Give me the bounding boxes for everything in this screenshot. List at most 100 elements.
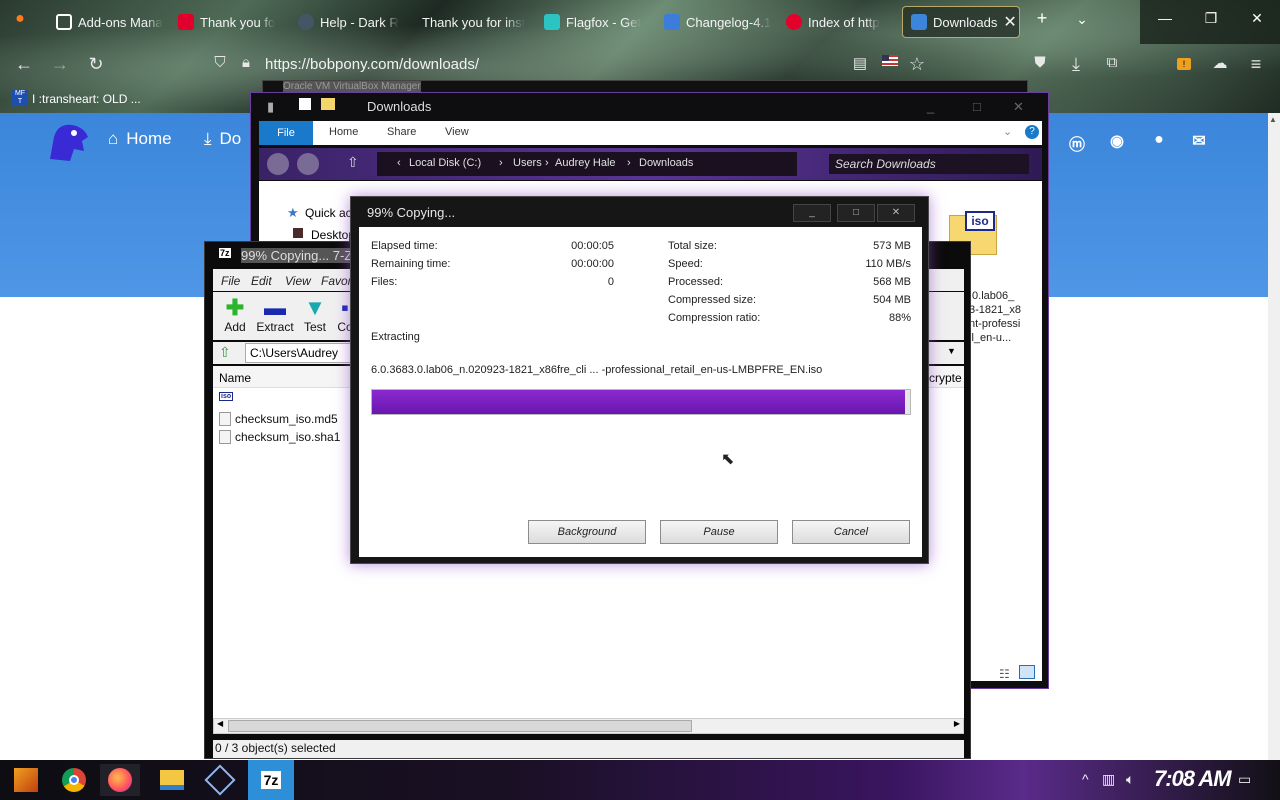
nav-quick-access[interactable]: Quick ac [305, 206, 352, 220]
pocket-icon[interactable]: ⛊ [1028, 54, 1052, 71]
menu-view[interactable]: View [285, 274, 311, 288]
github-icon[interactable]: ● [1148, 131, 1170, 149]
hamburger-menu-icon[interactable]: ≡ [1244, 54, 1268, 75]
list-item[interactable]: iso [219, 392, 234, 401]
ribbon-tab-file[interactable]: File [259, 121, 313, 145]
restore-icon[interactable]: ❐ [1196, 10, 1226, 27]
notifications-icon[interactable]: ▭ [1238, 771, 1251, 788]
image-icon [664, 14, 680, 30]
tab-darkreader[interactable]: Help - Dark R [290, 6, 408, 38]
minimize-icon[interactable]: — [1150, 10, 1180, 26]
reload-icon[interactable]: ↻ [84, 54, 108, 75]
breadcrumb-users[interactable]: Users [513, 157, 542, 169]
ribbon-tab-home[interactable]: Home [329, 126, 358, 138]
scroll-left-icon[interactable]: ◀ [217, 719, 223, 728]
7zip-taskbar-icon[interactable]: 7z [248, 760, 294, 800]
menu-edit[interactable]: Edit [251, 274, 272, 288]
tab-flagfox[interactable]: Flagfox - Get [536, 6, 652, 38]
scroll-up-icon[interactable]: ▲ [1269, 115, 1277, 124]
explorer-search-input[interactable]: Search Downloads [829, 154, 1029, 174]
breadcrumb-user[interactable]: Audrey Hale [555, 157, 616, 169]
dialog-maximize-icon[interactable]: □ [837, 204, 875, 222]
ribbon-expand-icon[interactable]: ⌄ [1003, 125, 1012, 138]
up-icon[interactable]: ⇧ [347, 154, 359, 171]
iso-file-label[interactable]: .0.lab06_ 3-1821_x8 nt-professi il_en-u.… [969, 289, 1029, 345]
dialog-minimize-icon[interactable]: _ [793, 204, 831, 222]
add-button[interactable]: ✚ Add [215, 295, 255, 334]
forward-icon[interactable]: → [48, 54, 72, 75]
ribbon-tab-view[interactable]: View [445, 126, 469, 138]
firefox-taskbar-icon[interactable] [100, 764, 140, 796]
tab-downloads[interactable]: Downloads ✕ [902, 6, 1020, 38]
close-tab-icon[interactable]: ✕ [1003, 12, 1016, 32]
menu-favorites[interactable]: Favor [321, 274, 352, 288]
mastodon-icon[interactable]: ⓜ [1066, 131, 1088, 155]
page-scrollbar[interactable]: ▲ ▼ [1268, 113, 1280, 773]
list-item[interactable]: checksum_iso.sha1 [219, 430, 340, 444]
nav-desktop[interactable]: Desktop [311, 228, 355, 242]
system-clock[interactable]: 7:08 AM [1154, 766, 1232, 792]
tab-index-of[interactable]: Index of http [778, 6, 896, 38]
breadcrumb-disk[interactable]: Local Disk (C:) [409, 157, 481, 169]
nav-home[interactable]: ⌂ Home [108, 129, 172, 149]
column-name[interactable]: Name [219, 371, 251, 385]
new-tab-button[interactable]: + [1028, 8, 1056, 29]
discord-icon[interactable]: ◉ [1106, 131, 1128, 151]
show-hidden-icons[interactable]: ^ [1082, 771, 1089, 787]
pause-button[interactable]: Pause [660, 520, 778, 544]
file-explorer-taskbar-icon[interactable] [152, 764, 192, 796]
scroll-right-icon[interactable]: ▶ [954, 719, 960, 728]
list-item[interactable]: checksum_iso.md5 [219, 412, 338, 426]
network-icon[interactable]: ▥ [1102, 771, 1115, 788]
reader-view-icon[interactable]: ▤ [848, 54, 872, 72]
back-icon[interactable] [267, 153, 289, 175]
menu-file[interactable]: File [221, 274, 240, 288]
breadcrumb-downloads[interactable]: Downloads [639, 157, 693, 169]
column-encrypted[interactable]: crypte [929, 371, 962, 385]
forward-icon[interactable] [297, 153, 319, 175]
tab-thankyou-install[interactable]: Thank you for inst [414, 6, 532, 38]
tab-label: Thank you fo [200, 14, 276, 30]
large-icons-view-icon[interactable] [1019, 665, 1035, 679]
mft-taskbar-icon[interactable] [6, 764, 46, 796]
chrome-taskbar-icon[interactable] [54, 764, 94, 796]
dialog-close-icon[interactable]: ✕ [877, 204, 915, 222]
downloads-icon[interactable]: ⤓ [1064, 54, 1088, 75]
flag-us-icon[interactable] [878, 54, 902, 69]
url-field[interactable]: https://bobpony.com/downloads/ [265, 56, 479, 73]
up-folder-icon[interactable]: ⇧ [219, 344, 231, 361]
tab-label: Help - Dark R [320, 14, 399, 30]
virtualbox-taskbar-icon[interactable] [200, 764, 240, 796]
list-all-tabs-icon[interactable]: ⌄ [1068, 11, 1096, 28]
horizontal-scrollbar[interactable]: ◀ ▶ [213, 718, 964, 734]
firefox-menu-icon[interactable]: ● [6, 10, 34, 28]
close-icon[interactable]: ✕ [1242, 10, 1272, 27]
bookmark-star-icon[interactable]: ☆ [905, 54, 929, 75]
bookmark-item[interactable]: I :transheart: OLD ... [32, 92, 141, 106]
remaining-value: 00:00:00 [571, 258, 614, 270]
addon-alert-icon[interactable]: ! [1172, 54, 1196, 71]
help-icon[interactable]: ? [1025, 125, 1039, 139]
copy-progress-dialog[interactable]: 99% Copying... _ □ ✕ Elapsed time: 00:00… [350, 196, 929, 564]
details-view-icon[interactable]: ☷ [999, 667, 1010, 681]
shield-tracking-icon[interactable]: ⛉ [208, 54, 232, 71]
test-button[interactable]: ▼ Test [295, 295, 335, 334]
tab-thankyou[interactable]: Thank you fo [170, 6, 282, 38]
path-dropdown-icon[interactable]: ▼ [947, 346, 956, 356]
back-icon[interactable]: ← [12, 54, 36, 75]
path-input[interactable]: C:\Users\Audrey [245, 343, 355, 363]
file-name: checksum_iso.md5 [235, 412, 338, 426]
extract-button[interactable]: ▬ Extract [255, 295, 295, 334]
cancel-button[interactable]: Cancel [792, 520, 910, 544]
mail-icon[interactable]: ✉ [1188, 131, 1210, 151]
tab-changelog[interactable]: Changelog-4.1 [656, 6, 774, 38]
scroll-thumb[interactable] [228, 720, 692, 732]
tab-addons[interactable]: Add-ons Mana [48, 6, 166, 38]
nav-downloads[interactable]: ⤓ Do [204, 129, 241, 149]
ribbon-tab-share[interactable]: Share [387, 126, 416, 138]
extensions-icon[interactable]: ⧉ [1100, 54, 1124, 71]
background-button[interactable]: Background [528, 520, 646, 544]
volume-icon[interactable]: 🔈︎ [1126, 771, 1134, 788]
profile-icon[interactable]: ☁ [1208, 54, 1232, 72]
lock-icon[interactable]: 🔒︎ [234, 54, 258, 71]
